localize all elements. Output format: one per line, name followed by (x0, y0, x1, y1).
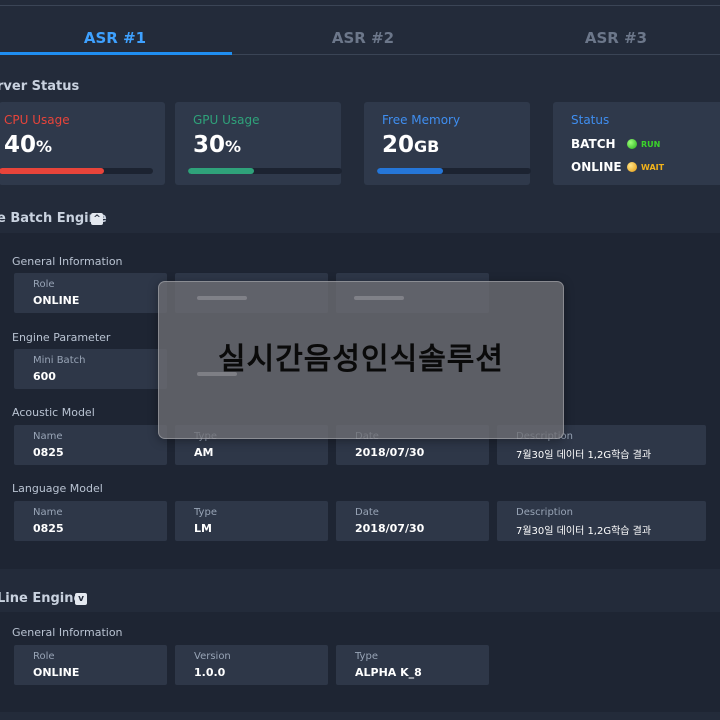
status-label: Status (571, 113, 610, 127)
batch-status-state: RUN (641, 140, 661, 149)
status-card: Status BATCH RUN ONLINE WAIT (553, 102, 720, 185)
mini-batch-value: 600 (33, 370, 56, 383)
tab-asr-2[interactable]: ASR #2 (243, 22, 483, 54)
lm-description-field: Description 7월30일 데이터 1,2G학습 결과 (497, 501, 706, 541)
role-label: Role (33, 279, 55, 290)
mini-batch-label: Mini Batch (33, 355, 86, 366)
gpu-usage-value: 30% (193, 132, 242, 158)
lm-description-label: Description (516, 507, 573, 518)
tab-asr-1[interactable]: ASR #1 (0, 22, 235, 55)
online-type-label: Type (355, 651, 378, 662)
title-overlay: 실시간음성인식솔루션 (158, 281, 564, 439)
role-field: Role ONLINE (14, 273, 167, 313)
lm-name-field: Name 0825 (14, 501, 167, 541)
online-status-name: ONLINE (571, 160, 622, 174)
online-general-info-title: General Information (12, 626, 123, 639)
online-version-value: 1.0.0 (194, 666, 226, 679)
general-info-title: General Information (12, 255, 123, 268)
language-model-title: Language Model (12, 482, 103, 495)
am-type-value: AM (194, 446, 214, 459)
server-status-title: rver Status (0, 79, 80, 94)
online-status-state: WAIT (641, 163, 665, 172)
am-date-value: 2018/07/30 (355, 446, 425, 459)
am-description-value: 7월30일 데이터 1,2G학습 결과 (516, 450, 652, 461)
online-version-label: Version (194, 651, 231, 662)
free-memory-label: Free Memory (382, 113, 461, 127)
engine-parameter-title: Engine Parameter (12, 331, 111, 344)
overlay-title: 실시간음성인식솔루션 (218, 342, 504, 377)
online-role-label: Role (33, 651, 55, 662)
gpu-usage-bar (188, 168, 342, 174)
online-engine-title: Line Engine (0, 591, 83, 606)
cpu-usage-bar (0, 168, 153, 174)
lm-date-value: 2018/07/30 (355, 522, 425, 535)
expand-online-engine-icon[interactable]: v (75, 593, 87, 605)
free-memory-value: 20GB (382, 132, 440, 158)
am-name-field: Name 0825 (14, 425, 167, 465)
am-name-value: 0825 (33, 446, 64, 459)
gpu-usage-label: GPU Usage (193, 113, 260, 127)
batch-status-name: BATCH (571, 137, 616, 151)
online-role-value: ONLINE (33, 666, 80, 679)
acoustic-model-title: Acoustic Model (12, 406, 95, 419)
lm-type-value: LM (194, 522, 212, 535)
online-type-value: ALPHA K_8 (355, 666, 422, 679)
lm-description-value: 7월30일 데이터 1,2G학습 결과 (516, 526, 652, 537)
online-engine-panel: General Information Role ONLINE Version … (0, 612, 720, 712)
role-value: ONLINE (33, 294, 80, 307)
cpu-usage-card: CPU Usage 40% (0, 102, 165, 185)
lm-date-label: Date (355, 507, 379, 518)
lm-type-label: Type (194, 507, 217, 518)
am-name-label: Name (33, 431, 63, 442)
lm-name-value: 0825 (33, 522, 64, 535)
gpu-usage-card: GPU Usage 30% (175, 102, 342, 185)
gpu-usage-fill (188, 168, 255, 174)
online-role-field: Role ONLINE (14, 645, 167, 685)
cpu-usage-label: CPU Usage (4, 113, 70, 127)
free-memory-bar (377, 168, 531, 174)
asr-tabs: ASR #1 ASR #2 ASR #3 (0, 22, 720, 55)
lm-name-label: Name (33, 507, 63, 518)
lm-date-field: Date 2018/07/30 (336, 501, 489, 541)
wait-indicator-icon (627, 162, 637, 172)
lm-type-field: Type LM (175, 501, 328, 541)
top-divider (0, 5, 720, 6)
run-indicator-icon (627, 139, 637, 149)
online-type-field: Type ALPHA K_8 (336, 645, 489, 685)
online-version-field: Version 1.0.0 (175, 645, 328, 685)
mini-batch-field: Mini Batch 600 (14, 349, 167, 389)
cpu-usage-value: 40% (4, 132, 53, 158)
tab-asr-3[interactable]: ASR #3 (496, 22, 720, 54)
free-memory-fill (377, 168, 444, 174)
free-memory-card: Free Memory 20GB (364, 102, 531, 185)
collapse-batch-engine-icon[interactable]: ^ (91, 213, 103, 225)
cpu-usage-fill (0, 168, 104, 174)
